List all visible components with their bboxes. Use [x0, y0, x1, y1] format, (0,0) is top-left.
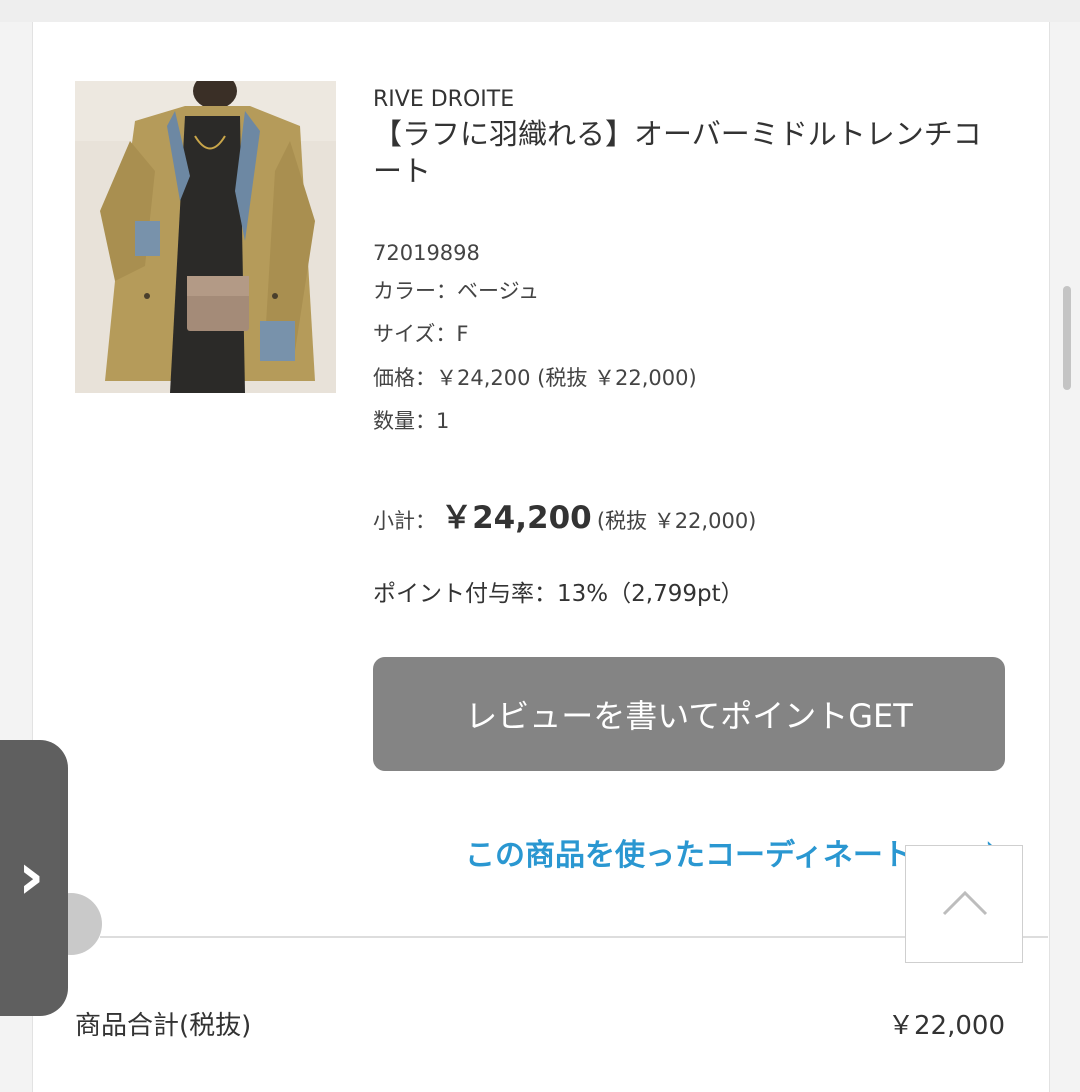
product-quantity: 数量：1 [373, 409, 450, 433]
product-brand: RIVE DROITE [373, 87, 515, 112]
product-color: カラー：ベージュ [373, 279, 540, 303]
top-band [0, 0, 1080, 22]
scroll-to-top-button[interactable] [905, 845, 1023, 963]
subtotal-tax-excluded: (税抜 ￥22,000) [596, 509, 757, 533]
subtotal-label: 小計： [373, 509, 436, 533]
side-drawer-tab[interactable]: › [0, 740, 68, 1016]
subtotal: 小計： ￥24,200 (税抜 ￥22,000) [373, 492, 756, 537]
product-price: 価格：￥24,200 (税抜 ￥22,000) [373, 366, 697, 390]
chevron-up-icon [942, 890, 988, 916]
product-code: 72019898 [373, 241, 480, 265]
write-review-button[interactable]: レビューを書いてポイントGET [373, 657, 1005, 771]
product-size: サイズ：F [373, 322, 469, 346]
summary-value: ￥22,000 [888, 1011, 1005, 1041]
product-name[interactable]: 【ラフに羽織れる】オーバーミドルトレンチコート [373, 116, 993, 190]
product-image[interactable] [75, 81, 336, 393]
point-rate: ポイント付与率：13%（2,799pt） [373, 581, 744, 607]
summary-label: 商品合計(税抜) [75, 1011, 252, 1041]
subtotal-amount: ￥24,200 [441, 500, 592, 536]
chevron-right-icon: › [18, 840, 45, 914]
scrollbar[interactable] [1063, 286, 1071, 390]
